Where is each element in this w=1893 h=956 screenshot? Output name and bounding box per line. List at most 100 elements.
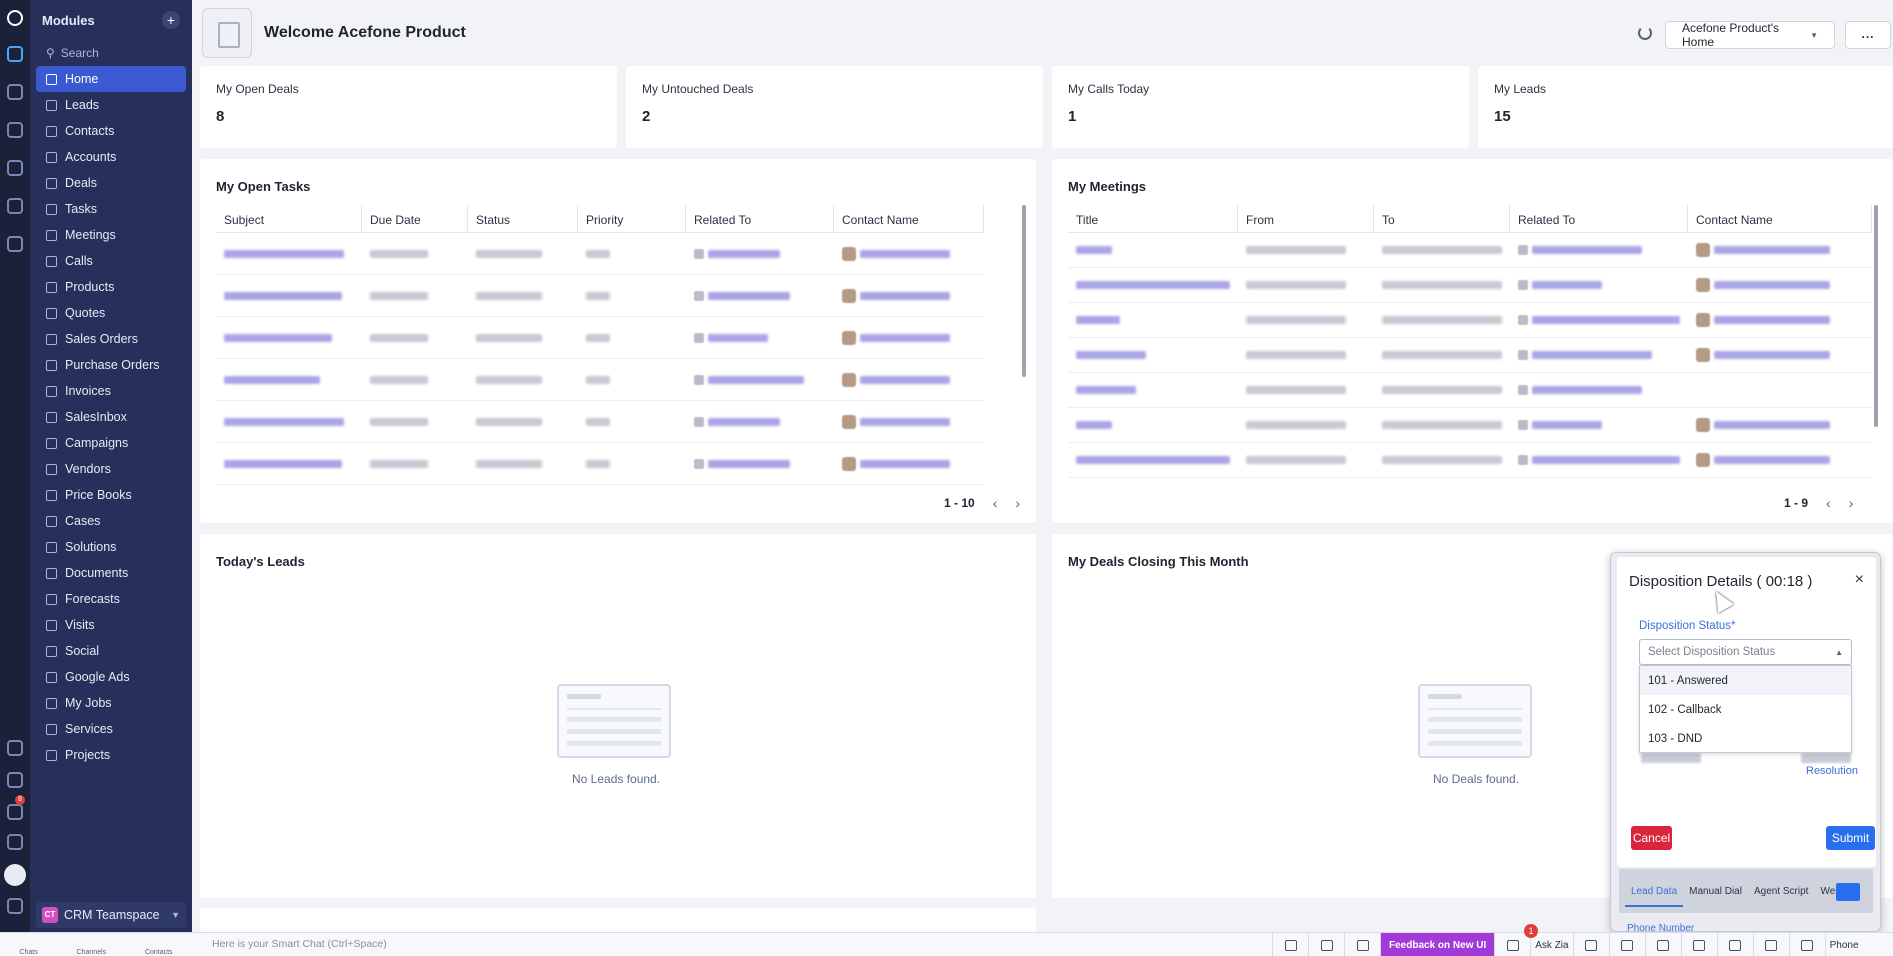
table-row[interactable] (216, 443, 984, 485)
tab-lead-data[interactable]: Lead Data (1625, 886, 1684, 907)
chats-tab[interactable]: Chats (19, 949, 37, 956)
history-icon[interactable] (1716, 933, 1753, 956)
disposition-option[interactable]: 101 - Answered (1640, 666, 1851, 695)
phone-button[interactable]: Phone (1824, 933, 1863, 956)
keypad-icon[interactable] (1788, 933, 1825, 956)
table-cell[interactable] (1068, 408, 1238, 443)
table-cell[interactable] (1510, 408, 1688, 443)
table-cell[interactable] (1068, 338, 1238, 373)
sidebar-item-leads[interactable]: Leads (36, 92, 186, 118)
table-cell[interactable] (686, 359, 834, 401)
submit-button[interactable]: Submit (1826, 826, 1875, 850)
table-cell[interactable] (1688, 268, 1872, 303)
table-cell[interactable] (1688, 373, 1872, 408)
gear-icon[interactable] (7, 834, 23, 850)
feedback-button[interactable]: Feedback on New UI (1380, 933, 1495, 956)
sidebar-item-sales-orders[interactable]: Sales Orders (36, 326, 186, 352)
stat-card-my-leads[interactable]: My Leads 15 (1478, 66, 1893, 148)
checkbox-row[interactable] (1801, 753, 1851, 763)
sidebar-item-purchase-orders[interactable]: Purchase Orders (36, 352, 186, 378)
column-header[interactable]: To (1374, 205, 1510, 232)
table-row[interactable] (1068, 303, 1872, 338)
sidebar-item-quotes[interactable]: Quotes (36, 300, 186, 326)
sidebar-item-solutions[interactable]: Solutions (36, 534, 186, 560)
stat-card-untouched-deals[interactable]: My Untouched Deals 2 (626, 66, 1043, 148)
sidebar-item-my-jobs[interactable]: My Jobs (36, 690, 186, 716)
tab-manual-dial[interactable]: Manual Dial (1683, 886, 1748, 897)
table-cell[interactable] (216, 443, 362, 485)
table-row[interactable] (216, 233, 984, 275)
sidebar-item-price-books[interactable]: Price Books (36, 482, 186, 508)
sidebar-item-social[interactable]: Social (36, 638, 186, 664)
accessibility-icon[interactable] (1752, 933, 1789, 956)
scrollbar[interactable] (1022, 205, 1026, 377)
table-cell[interactable] (1510, 268, 1688, 303)
column-header[interactable]: Contact Name (834, 205, 984, 232)
table-cell[interactable] (834, 275, 984, 317)
megaphone-icon[interactable] (1494, 933, 1530, 956)
dialer-action-icon[interactable] (1836, 883, 1860, 901)
chevron-left-icon[interactable]: ‹ (1826, 495, 1831, 511)
table-cell[interactable] (1068, 268, 1238, 303)
chevron-right-icon[interactable]: › (1849, 495, 1854, 511)
bell-icon[interactable] (7, 804, 23, 820)
table-cell[interactable] (686, 317, 834, 359)
sidebar-item-forecasts[interactable]: Forecasts (36, 586, 186, 612)
more-options-button[interactable]: ... (1845, 21, 1891, 49)
sidebar-item-deals[interactable]: Deals (36, 170, 186, 196)
column-header[interactable]: Due Date (362, 205, 468, 232)
ask-zia-button[interactable]: Ask Zia (1530, 933, 1572, 956)
calendar-icon[interactable] (7, 772, 23, 788)
avatar[interactable] (4, 864, 26, 886)
add-module-button[interactable]: + (162, 11, 180, 29)
insights-icon[interactable] (7, 122, 23, 138)
table-cell[interactable] (216, 233, 362, 275)
chevron-right-icon[interactable]: › (1015, 495, 1020, 511)
table-cell[interactable] (1068, 303, 1238, 338)
sidebar-item-campaigns[interactable]: Campaigns (36, 430, 186, 456)
activity-icon[interactable] (1608, 933, 1645, 956)
table-row[interactable] (216, 401, 984, 443)
table-cell[interactable] (686, 401, 834, 443)
sidebar-item-tasks[interactable]: Tasks (36, 196, 186, 222)
table-cell[interactable] (216, 359, 362, 401)
table-cell[interactable] (834, 317, 984, 359)
table-cell[interactable] (216, 275, 362, 317)
table-row[interactable] (1068, 338, 1872, 373)
disposition-status-select[interactable]: Select Disposition Status ▲ (1639, 639, 1852, 665)
column-header[interactable]: Priority (578, 205, 686, 232)
search-rail-icon[interactable] (7, 236, 23, 252)
disposition-option[interactable]: 102 - Callback (1640, 695, 1851, 724)
table-cell[interactable] (1068, 373, 1238, 408)
table-cell[interactable] (686, 275, 834, 317)
table-row[interactable] (1068, 268, 1872, 303)
table-cell[interactable] (834, 443, 984, 485)
chevron-left-icon[interactable]: ‹ (993, 495, 998, 511)
zia-icon[interactable] (1572, 933, 1609, 956)
phone-call-icon[interactable] (1308, 933, 1344, 956)
sidebar-search[interactable]: ⚲ Search (30, 40, 192, 66)
crm-icon[interactable] (7, 46, 23, 62)
contacts-tab[interactable]: Contacts (145, 949, 173, 956)
table-row[interactable] (216, 275, 984, 317)
table-cell[interactable] (1510, 443, 1688, 478)
table-row[interactable] (1068, 408, 1872, 443)
teamspace-selector[interactable]: CT CRM Teamspace ▼ (36, 902, 186, 928)
table-cell[interactable] (1688, 233, 1872, 268)
table-cell[interactable] (1068, 233, 1238, 268)
tasks-rail-icon[interactable] (7, 740, 23, 756)
table-cell[interactable] (1510, 233, 1688, 268)
table-cell[interactable] (834, 359, 984, 401)
column-header[interactable]: Related To (1510, 205, 1688, 232)
column-header[interactable]: Contact Name (1688, 205, 1872, 232)
table-cell[interactable] (1068, 443, 1238, 478)
disposition-option[interactable]: 103 - DND (1640, 724, 1851, 753)
table-cell[interactable] (1688, 408, 1872, 443)
close-icon[interactable]: × (1855, 571, 1864, 589)
table-row[interactable] (1068, 233, 1872, 268)
tab-agent-script[interactable]: Agent Script (1748, 886, 1814, 897)
table-row[interactable] (1068, 443, 1872, 478)
sidebar-item-cases[interactable]: Cases (36, 508, 186, 534)
dialer-icon[interactable] (1344, 933, 1380, 956)
table-cell[interactable] (686, 443, 834, 485)
